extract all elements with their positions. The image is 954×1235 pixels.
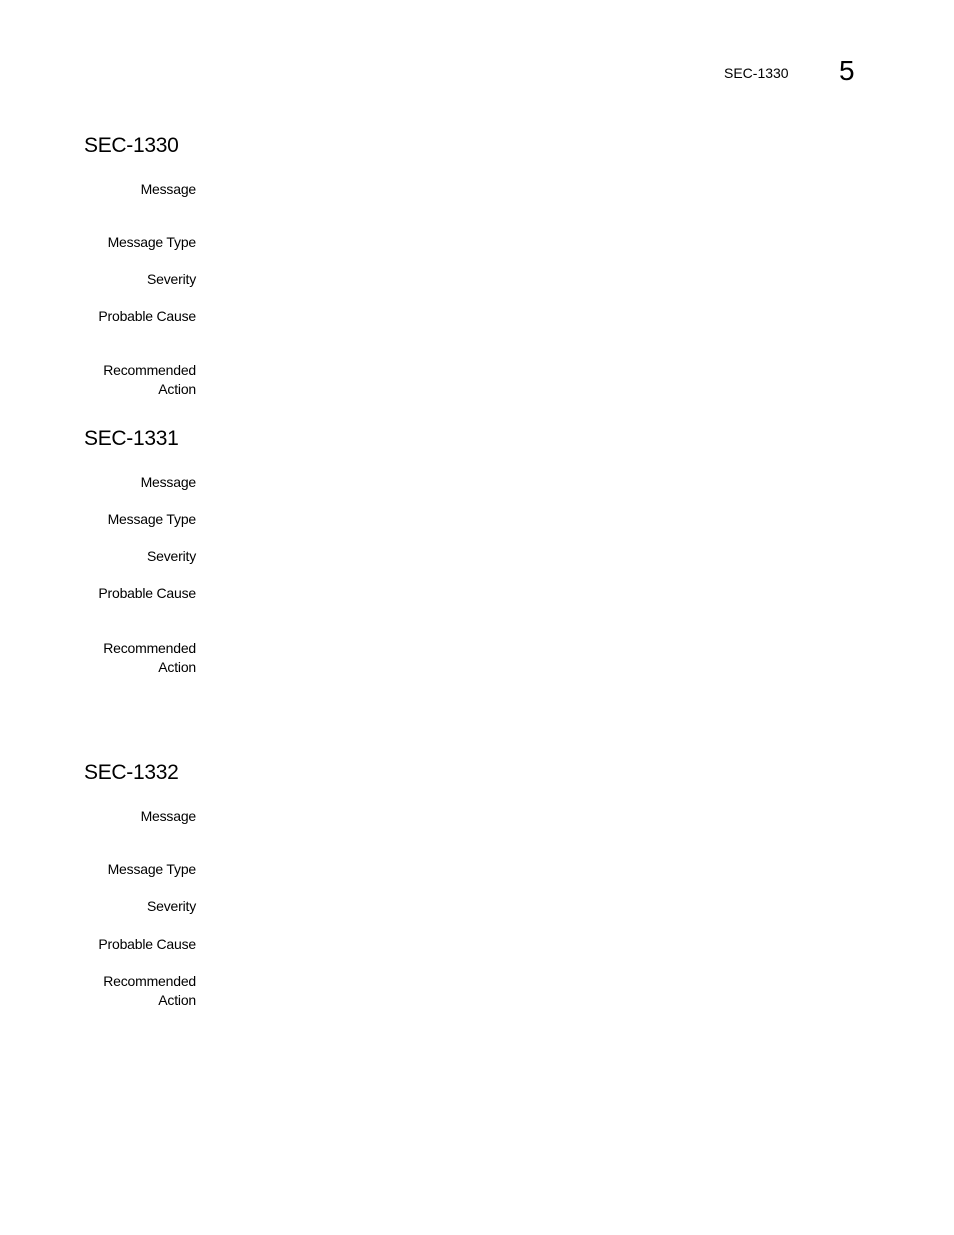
section-title: SEC-1331	[84, 427, 179, 450]
recommended-action-label-line-1: Recommended	[103, 973, 196, 989]
message-label: Message	[140, 474, 197, 490]
message-label: Message	[140, 808, 197, 824]
message-section: SEC-1332 Message Message Type Severity P…	[84, 761, 884, 1008]
recommended-action-label: Recommended Action	[84, 972, 196, 1010]
severity-label: Severity	[147, 271, 196, 287]
recommended-action-label-line-1: Recommended	[103, 362, 196, 378]
message-type-label: Message Type	[107, 234, 197, 250]
probable-cause-label: Probable Cause	[98, 585, 196, 601]
message-type-label: Message Type	[107, 861, 197, 877]
recommended-action-label-line-1: Recommended	[103, 640, 196, 656]
probable-cause-label: Probable Cause	[98, 308, 196, 324]
recommended-action-label: Recommended Action	[84, 639, 196, 677]
severity-label: Severity	[147, 548, 196, 564]
probable-cause-label: Probable Cause	[98, 936, 196, 952]
chapter-number: 5	[839, 55, 855, 86]
recommended-action-label-line-2: Action	[158, 381, 196, 397]
message-section: SEC-1331 Message Message Type Severity P…	[84, 427, 884, 675]
recommended-action-label: Recommended Action	[84, 361, 196, 399]
message-label: Message	[140, 181, 197, 197]
recommended-action-label-line-2: Action	[158, 659, 196, 675]
section-title: SEC-1330	[84, 134, 179, 157]
message-type-label: Message Type	[107, 511, 197, 527]
message-section: SEC-1330 Message Message Type Severity P…	[84, 134, 884, 397]
severity-label: Severity	[147, 898, 196, 914]
section-title: SEC-1332	[84, 761, 179, 784]
recommended-action-label-line-2: Action	[158, 992, 196, 1008]
running-title: SEC-1330	[724, 65, 789, 81]
